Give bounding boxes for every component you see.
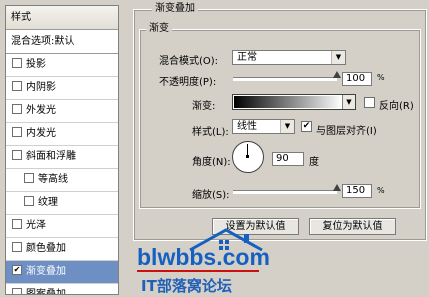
blend-mode-label: 混合模式(O): bbox=[159, 56, 219, 67]
gradient-overlay-title: 渐变叠加 bbox=[152, 3, 198, 15]
angle-unit: 度 bbox=[309, 157, 319, 168]
checkbox-icon[interactable] bbox=[12, 104, 22, 114]
style-item-label: 内发光 bbox=[26, 128, 56, 139]
style-item-label: 渐变叠加 bbox=[26, 266, 66, 277]
angle-input[interactable]: 90 bbox=[272, 152, 304, 166]
checkbox-icon[interactable] bbox=[12, 150, 22, 160]
checkbox-icon[interactable] bbox=[12, 219, 22, 229]
style-item[interactable]: 投影 bbox=[6, 54, 118, 77]
gradient-label: 渐变: bbox=[192, 101, 216, 112]
angle-label: 角度(N): bbox=[192, 157, 231, 168]
style-item-label: 投影 bbox=[26, 59, 46, 70]
style-item-label: 等高线 bbox=[38, 174, 68, 185]
angle-dial[interactable] bbox=[232, 141, 264, 173]
style-item[interactable]: 内阴影 bbox=[6, 77, 118, 100]
checkbox-icon[interactable] bbox=[12, 58, 22, 68]
style-item-label: 斜面和浮雕 bbox=[26, 151, 76, 162]
reset-to-default-button[interactable]: 复位为默认值 bbox=[309, 218, 396, 235]
checkbox-icon[interactable] bbox=[24, 173, 34, 183]
style-item-label: 纹理 bbox=[38, 197, 58, 208]
style-item[interactable]: 斜面和浮雕 bbox=[6, 146, 118, 169]
style-item[interactable]: 外发光 bbox=[6, 100, 118, 123]
styles-list-panel: 样式 混合选项:默认 投影内阴影外发光内发光斜面和浮雕等高线纹理光泽颜色叠加 ✔ 渐… bbox=[5, 5, 119, 295]
scale-slider-thumb[interactable] bbox=[333, 184, 341, 191]
chevron-down-icon[interactable]: ▼ bbox=[342, 95, 355, 109]
watermark-caption: IT部落窝论坛 bbox=[141, 277, 232, 295]
opacity-percent: % bbox=[377, 73, 385, 82]
scale-percent: % bbox=[377, 186, 385, 195]
style-item[interactable]: ✔ 渐变叠加 bbox=[6, 261, 118, 284]
scale-label: 缩放(S): bbox=[192, 190, 230, 201]
style-item-label: 图案叠加 bbox=[26, 289, 66, 295]
gradient-preview[interactable] bbox=[234, 96, 342, 108]
opacity-slider[interactable] bbox=[233, 77, 337, 81]
watermark-site: blwbbs.com bbox=[137, 244, 270, 270]
checkbox-icon[interactable] bbox=[24, 196, 34, 206]
gradient-picker[interactable]: ▼ bbox=[232, 94, 356, 110]
blend-mode-select[interactable]: 正常 ▼ bbox=[232, 50, 346, 65]
checkbox-icon[interactable] bbox=[12, 242, 22, 252]
style-value: 线性 bbox=[237, 121, 257, 132]
style-item[interactable]: 等高线 bbox=[6, 169, 118, 192]
watermark-underline bbox=[137, 270, 259, 272]
blend-mode-value: 正常 bbox=[237, 52, 257, 63]
blending-options-item[interactable]: 混合选项:默认 bbox=[6, 30, 118, 54]
style-select[interactable]: 线性 ▼ bbox=[232, 119, 295, 134]
style-label: 样式(L): bbox=[192, 127, 229, 138]
style-item-label: 内阴影 bbox=[26, 82, 56, 93]
gradient-subgroup-title: 渐变 bbox=[146, 23, 172, 35]
style-item-label: 光泽 bbox=[26, 220, 46, 231]
opacity-label: 不透明度(P): bbox=[159, 77, 217, 88]
checkbox-icon[interactable] bbox=[12, 288, 22, 294]
reverse-checkbox[interactable] bbox=[364, 97, 375, 108]
opacity-slider-thumb[interactable] bbox=[333, 71, 341, 78]
reverse-label: 反向(R) bbox=[379, 101, 414, 112]
align-with-layer-checkbox[interactable]: ✔ bbox=[301, 121, 312, 132]
chevron-down-icon: ▼ bbox=[331, 51, 345, 64]
style-item[interactable]: 图案叠加 bbox=[6, 284, 118, 295]
angle-dial-center bbox=[246, 155, 249, 158]
style-item-label: 颜色叠加 bbox=[26, 243, 66, 254]
style-item[interactable]: 纹理 bbox=[6, 192, 118, 215]
checkbox-checked-icon[interactable]: ✔ bbox=[12, 265, 22, 275]
chevron-down-icon: ▼ bbox=[280, 120, 294, 133]
align-with-layer-label: 与图层对齐(I) bbox=[316, 126, 377, 137]
opacity-input[interactable]: 100 bbox=[342, 72, 372, 86]
style-item[interactable]: 内发光 bbox=[6, 123, 118, 146]
checkbox-icon[interactable] bbox=[12, 81, 22, 91]
style-items-list: 投影内阴影外发光内发光斜面和浮雕等高线纹理光泽颜色叠加 ✔ 渐变叠加图案叠加 bbox=[6, 54, 118, 295]
style-item-label: 外发光 bbox=[26, 105, 56, 116]
style-item[interactable]: 颜色叠加 bbox=[6, 238, 118, 261]
scale-input[interactable]: 150 bbox=[342, 184, 372, 198]
styles-header: 样式 bbox=[6, 6, 118, 30]
checkbox-icon[interactable] bbox=[12, 127, 22, 137]
style-item[interactable]: 光泽 bbox=[6, 215, 118, 238]
scale-slider[interactable] bbox=[233, 190, 337, 194]
